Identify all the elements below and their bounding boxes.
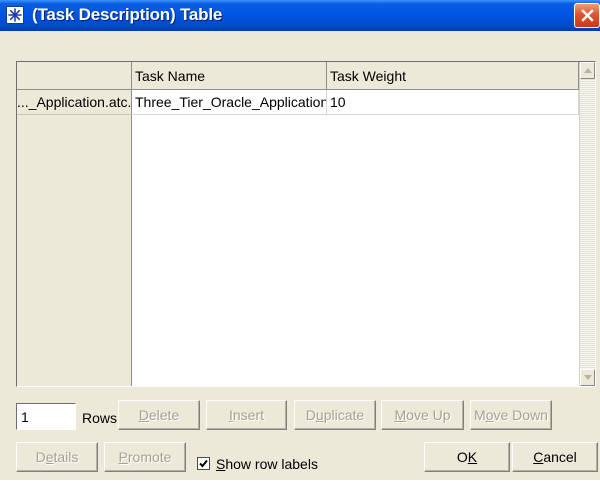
- close-button[interactable]: [574, 3, 600, 28]
- column-header-task-name[interactable]: Task Name: [132, 62, 327, 90]
- move-down-button[interactable]: Move Down: [470, 400, 552, 430]
- column-header-task-weight[interactable]: Task Weight: [327, 62, 579, 90]
- app-icon[interactable]: [6, 6, 24, 24]
- checkmark-icon: [199, 459, 208, 468]
- window-title: (Task Description) Table: [32, 5, 223, 24]
- row-label[interactable]: ..._Application.atc.m: [17, 90, 132, 115]
- task-table: Task Name Task Weight ..._Application.at…: [16, 61, 596, 387]
- title-bar[interactable]: (Task Description) Table: [0, 0, 600, 31]
- task-description-table-dialog: (Task Description) Table Task Name Task …: [0, 0, 600, 480]
- duplicate-button[interactable]: Duplicate: [294, 400, 376, 430]
- show-row-labels-checkbox[interactable]: [197, 457, 210, 470]
- scroll-up-button[interactable]: [580, 62, 595, 79]
- close-icon: [581, 9, 594, 22]
- table-corner-header[interactable]: [17, 62, 132, 90]
- cancel-button[interactable]: Cancel: [512, 442, 598, 472]
- ok-button[interactable]: OK: [424, 442, 510, 472]
- promote-button[interactable]: Promote: [104, 442, 186, 472]
- rows-count-input[interactable]: [16, 403, 76, 430]
- rows-label: Rows: [82, 410, 118, 426]
- vertical-scrollbar[interactable]: [579, 62, 595, 386]
- delete-button[interactable]: Delete: [118, 400, 200, 430]
- move-up-button[interactable]: Move Up: [381, 400, 464, 430]
- cell-task-name[interactable]: Three_Tier_Oracle_Application.at...: [132, 90, 327, 115]
- scroll-down-arrow-icon: [584, 375, 592, 380]
- show-row-labels-label[interactable]: Show row labels: [216, 456, 318, 472]
- details-button[interactable]: Details: [16, 442, 98, 472]
- cell-task-weight[interactable]: 10: [327, 90, 579, 115]
- row-label-column: ..._Application.atc.m: [17, 90, 132, 386]
- insert-button[interactable]: Insert: [206, 400, 287, 430]
- scroll-down-button[interactable]: [580, 369, 595, 386]
- scroll-up-arrow-icon: [584, 68, 592, 73]
